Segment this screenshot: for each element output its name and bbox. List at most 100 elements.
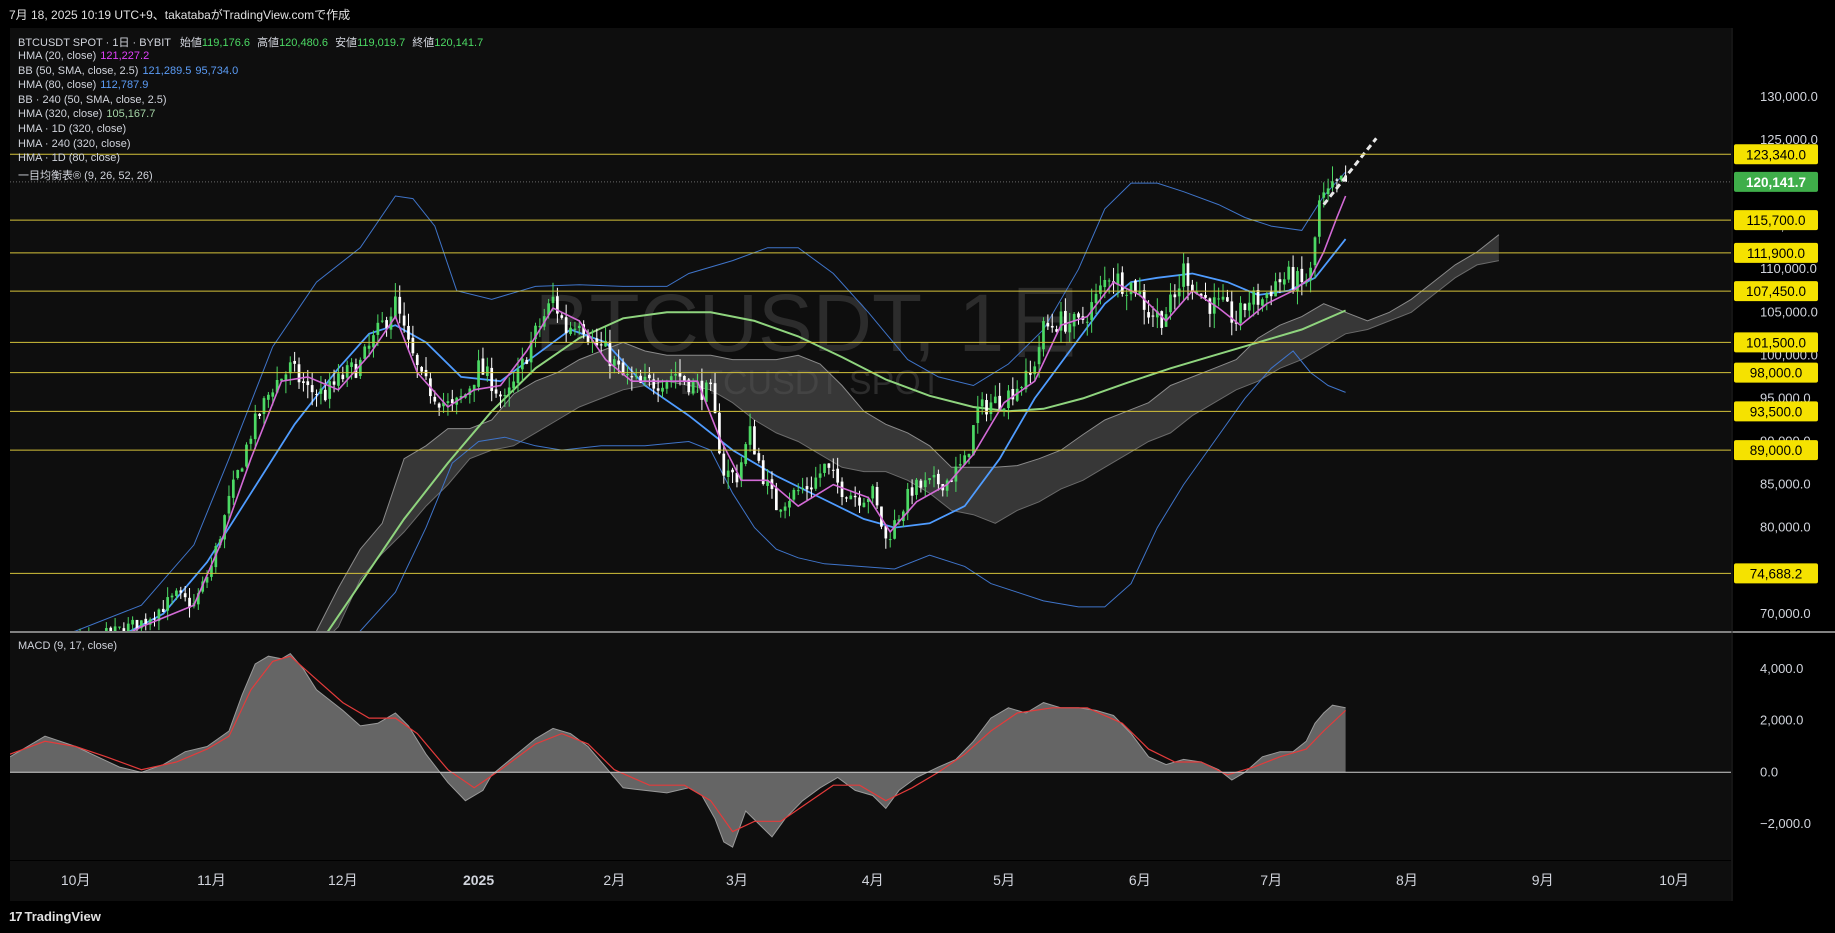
candle-body (757, 453, 761, 461)
candle-body (166, 597, 170, 611)
candle[interactable] (358, 357, 362, 379)
candle-body (380, 320, 384, 322)
candle-body (1147, 312, 1150, 318)
candle-body (1160, 311, 1164, 328)
candle-body (1099, 285, 1102, 294)
time-tick-label: 3月 (726, 872, 748, 888)
candle-body (1107, 280, 1111, 282)
candle-body (1046, 322, 1050, 327)
candle-body (363, 346, 367, 359)
candle-body (792, 489, 796, 500)
candle-body (240, 468, 244, 472)
candle-body (525, 359, 529, 364)
candle-body (678, 372, 682, 377)
candle-body (573, 328, 577, 330)
indicator-value: 121,289.5 (142, 64, 192, 77)
level-label: 89,000.0 (1750, 443, 1803, 458)
indicator-legend-list: HMA (20, close) 121,227.2 BB (50, SMA, clo… (18, 50, 483, 182)
candle-body (919, 480, 923, 488)
candle-body (437, 403, 441, 408)
symbol-label[interactable]: BTCUSDT SPOT · 1日 · BYBIT (18, 37, 171, 49)
close-value: 120,141.7 (434, 37, 484, 49)
candle-body (1256, 289, 1260, 305)
candle-body (586, 335, 590, 343)
level-label: 101,500.0 (1746, 335, 1806, 350)
candle[interactable] (245, 442, 248, 469)
candle-body (170, 595, 174, 598)
time-tick-label: 2025 (463, 872, 494, 888)
candle-body (1313, 237, 1317, 266)
price-tick-label: 110,000.0 (1760, 261, 1817, 276)
candle-body (1064, 310, 1067, 332)
candle-body (411, 337, 415, 354)
candle[interactable] (1318, 195, 1321, 244)
candle-body (503, 395, 507, 397)
indicator-legend-0[interactable]: HMA (20, close) 121,227.2 (18, 50, 483, 65)
candle[interactable] (744, 441, 748, 467)
macd-tick-label: 4,000.0 (1760, 661, 1803, 676)
candle-body (691, 382, 695, 394)
candle-body (1042, 321, 1045, 350)
candle-body (144, 618, 148, 624)
candle-body (376, 322, 380, 335)
indicator-legend-1[interactable]: BB (50, SMA, close, 2.5) 121,289.5 95,734.… (18, 65, 483, 80)
creation-info: 7月 18, 2025 10:19 UTC+9、takatabaがTrading… (9, 8, 351, 22)
candle-body (1085, 321, 1089, 323)
candle-body (831, 469, 835, 471)
time-tick-label: 4月 (862, 872, 884, 888)
candle-body (626, 374, 629, 376)
candle-body (319, 388, 323, 394)
candle-body (1186, 263, 1190, 286)
candle-body (1261, 299, 1264, 306)
candle-body (551, 296, 555, 304)
candle-body (1269, 291, 1273, 297)
level-label: 123,340.0 (1746, 147, 1806, 162)
candle-body (350, 362, 353, 367)
candle-body (669, 376, 673, 381)
time-tick-label: 8月 (1396, 872, 1418, 888)
indicator-legend-3[interactable]: BB · 240 (50, SMA, close, 2.5) (18, 94, 483, 109)
candle-body (512, 381, 515, 389)
price-tick-label: 85,000.0 (1760, 477, 1811, 492)
candle-body (923, 480, 927, 488)
candle-body (1217, 298, 1220, 300)
candle-body (814, 477, 818, 489)
candle-body (1177, 288, 1181, 297)
tradingview-logo[interactable]: 17 TradingView (9, 909, 101, 924)
price-tick-label: 105,000.0 (1760, 304, 1818, 319)
candle-body (1265, 293, 1269, 298)
candle-body (302, 381, 305, 384)
candle-body (293, 360, 297, 364)
indicator-legend-4[interactable]: HMA (320, close) 105,167.7 (18, 108, 483, 123)
candle-body (1169, 294, 1172, 313)
candle-body (634, 376, 638, 378)
indicator-name: 一目均衡表® (9, 26, 52, 26) (18, 169, 153, 182)
indicator-legend-7[interactable]: HMA · 1D (80, close) (18, 152, 483, 167)
candle-body (989, 402, 993, 415)
candle-body (516, 369, 520, 384)
candle-body (827, 463, 831, 468)
candle-body (341, 374, 345, 380)
candle-body (1094, 293, 1098, 303)
candle-body (253, 413, 257, 440)
indicator-name: BB · 240 (50, SMA, close, 2.5) (18, 93, 167, 106)
indicator-legend-8[interactable]: 一目均衡表® (9, 26, 52, 26) (18, 167, 483, 182)
candle-body (871, 486, 875, 499)
candle[interactable] (704, 380, 708, 403)
candle[interactable] (972, 424, 975, 456)
indicator-legend-5[interactable]: HMA · 1D (320, close) (18, 123, 483, 138)
candle-body (836, 468, 840, 483)
candle-body (731, 469, 734, 473)
candle-body (1050, 325, 1054, 328)
candle-body (485, 366, 489, 376)
candle-body (1077, 313, 1080, 318)
candle-body (494, 389, 498, 394)
candle-body (862, 502, 866, 508)
candle-body (1318, 200, 1321, 237)
level-label: 93,500.0 (1750, 404, 1803, 419)
candle-body (1002, 408, 1006, 411)
candle-body (906, 488, 910, 513)
macd-legend[interactable]: MACD (9, 17, close) (18, 640, 117, 652)
indicator-legend-6[interactable]: HMA · 240 (320, close) (18, 138, 483, 153)
indicator-legend-2[interactable]: HMA (80, close) 112,787.9 (18, 79, 483, 94)
